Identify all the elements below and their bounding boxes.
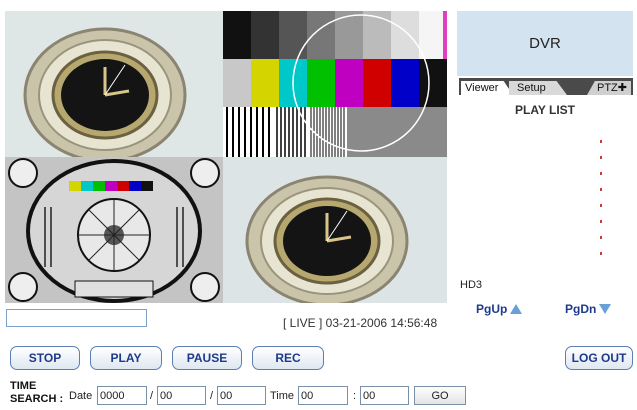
page-down-button[interactable]: PgDn (565, 302, 612, 316)
live-status-text: [ LIVE ] 03-21-2006 14:56:48 (283, 316, 438, 330)
triangle-up-icon (510, 304, 523, 314)
list-item[interactable] (600, 204, 602, 207)
camera-4-view[interactable] (223, 157, 447, 303)
day-input[interactable] (217, 386, 266, 405)
status-input[interactable] (6, 309, 147, 327)
time-search-label-line2: SEARCH : (10, 393, 64, 405)
go-button[interactable]: GO (414, 386, 466, 405)
tab-viewer[interactable]: Viewer (461, 81, 513, 95)
camera-1-image (5, 11, 223, 157)
camera-4-image (223, 157, 447, 303)
list-item[interactable] (600, 236, 602, 239)
camera-3-view[interactable] (5, 157, 223, 303)
month-input[interactable] (157, 386, 206, 405)
camera-grid (5, 11, 447, 303)
page-up-button[interactable]: PgUp (476, 302, 523, 316)
page-up-label: PgUp (476, 302, 508, 316)
camera-2-view[interactable] (223, 11, 447, 157)
time-search-label: TIME SEARCH : (10, 380, 63, 406)
camera-1-view[interactable] (5, 11, 223, 157)
logout-button[interactable]: LOG OUT (565, 346, 633, 370)
page-down-label: PgDn (565, 302, 597, 316)
tab-ptz[interactable]: PTZ✚ (587, 81, 631, 95)
list-item[interactable] (600, 140, 602, 143)
stop-button[interactable]: STOP (10, 346, 80, 370)
list-item[interactable] (600, 156, 602, 159)
list-item[interactable] (600, 172, 602, 175)
list-item[interactable] (600, 252, 602, 255)
list-item[interactable] (600, 220, 602, 223)
minute-input[interactable] (360, 386, 409, 405)
play-button[interactable]: PLAY (90, 346, 162, 370)
camera-3-image (5, 157, 223, 303)
year-input[interactable] (97, 386, 147, 405)
date-separator-1: / (150, 390, 154, 402)
hour-input[interactable] (298, 386, 348, 405)
triangle-down-icon (599, 304, 612, 314)
dvr-title-panel: DVR (457, 11, 633, 76)
list-item[interactable] (600, 188, 602, 191)
playlist-list[interactable] (598, 140, 604, 270)
drive-label: HD3 (460, 279, 483, 291)
camera-2-image (223, 11, 447, 157)
date-separator-2: / (210, 390, 214, 402)
record-button[interactable]: REC (252, 346, 324, 370)
date-label: Date (69, 390, 93, 402)
time-label: Time (270, 390, 295, 402)
pause-button[interactable]: PAUSE (172, 346, 242, 370)
tab-setup[interactable]: Setup (509, 81, 567, 95)
playlist-title: PLAY LIST (514, 103, 576, 117)
time-search-label-line1: TIME (10, 380, 37, 392)
tab-bar: Viewer Setup PTZ✚ (459, 78, 633, 95)
time-separator: : (353, 390, 357, 402)
dvr-title: DVR (529, 35, 561, 52)
